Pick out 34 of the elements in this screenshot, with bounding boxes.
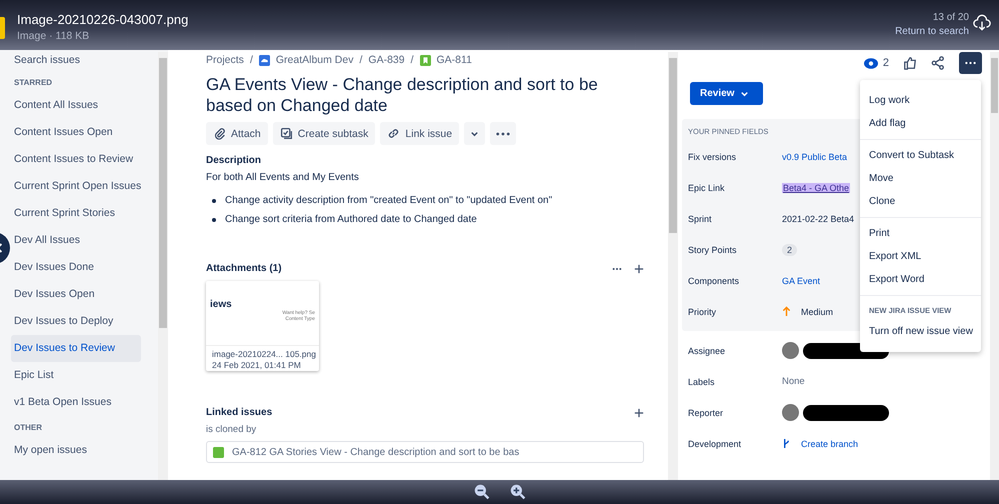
breadcrumb-separator: / [410,54,414,66]
field-label: Priority [688,306,718,316]
section-heading: STARRED [13,77,54,89]
position-counter: 13 of 20 [932,12,969,23]
file-name: Image-20210226-043007.png [17,12,190,27]
field-label: Development [688,438,742,448]
field-label: Epic Link [688,182,726,192]
field-value: None [782,376,805,387]
attachment-date: 24 Feb 2021, 01:41 PM [211,359,302,370]
description-text: For both All Events and My Events [206,172,360,183]
section-heading: OTHER [13,422,43,434]
breadcrumb-separator: / [359,54,362,66]
field-label: Sprint [688,214,713,224]
field-label: Reporter [688,408,724,418]
description-heading: Description [206,155,262,166]
field-label: Assignee [688,346,726,356]
link-type-label: is cloned by [206,424,258,435]
field-label: Labels [688,376,716,386]
attachments-heading: Attachments (1) [206,263,282,274]
field-value: Medium [801,306,834,316]
breadcrumb-separator: / [250,54,253,66]
field-label: Components [688,276,740,286]
issue-title: GA Events View - Change description and sort to be based on Changed date [206,74,599,116]
bullet-item: Change sort criteria from Authored date to Changed date [225,213,477,227]
bullet-item: Change activity description from "created Event on" to "updated Event on" [225,194,552,208]
attachment-name: image-20210224... 105.png [211,348,317,359]
field-value: 2021-02-22 Beta4 [782,214,854,224]
preview-heading: iews [210,299,233,310]
field-label: Fix versions [688,152,738,162]
story-points-badge: 2 [782,244,798,256]
field-label: Story Points [688,244,738,254]
linked-issues-heading: Linked issues [206,407,272,418]
watcher-count: 2 [882,57,889,69]
file-info: Image · 118 KB [17,30,90,42]
